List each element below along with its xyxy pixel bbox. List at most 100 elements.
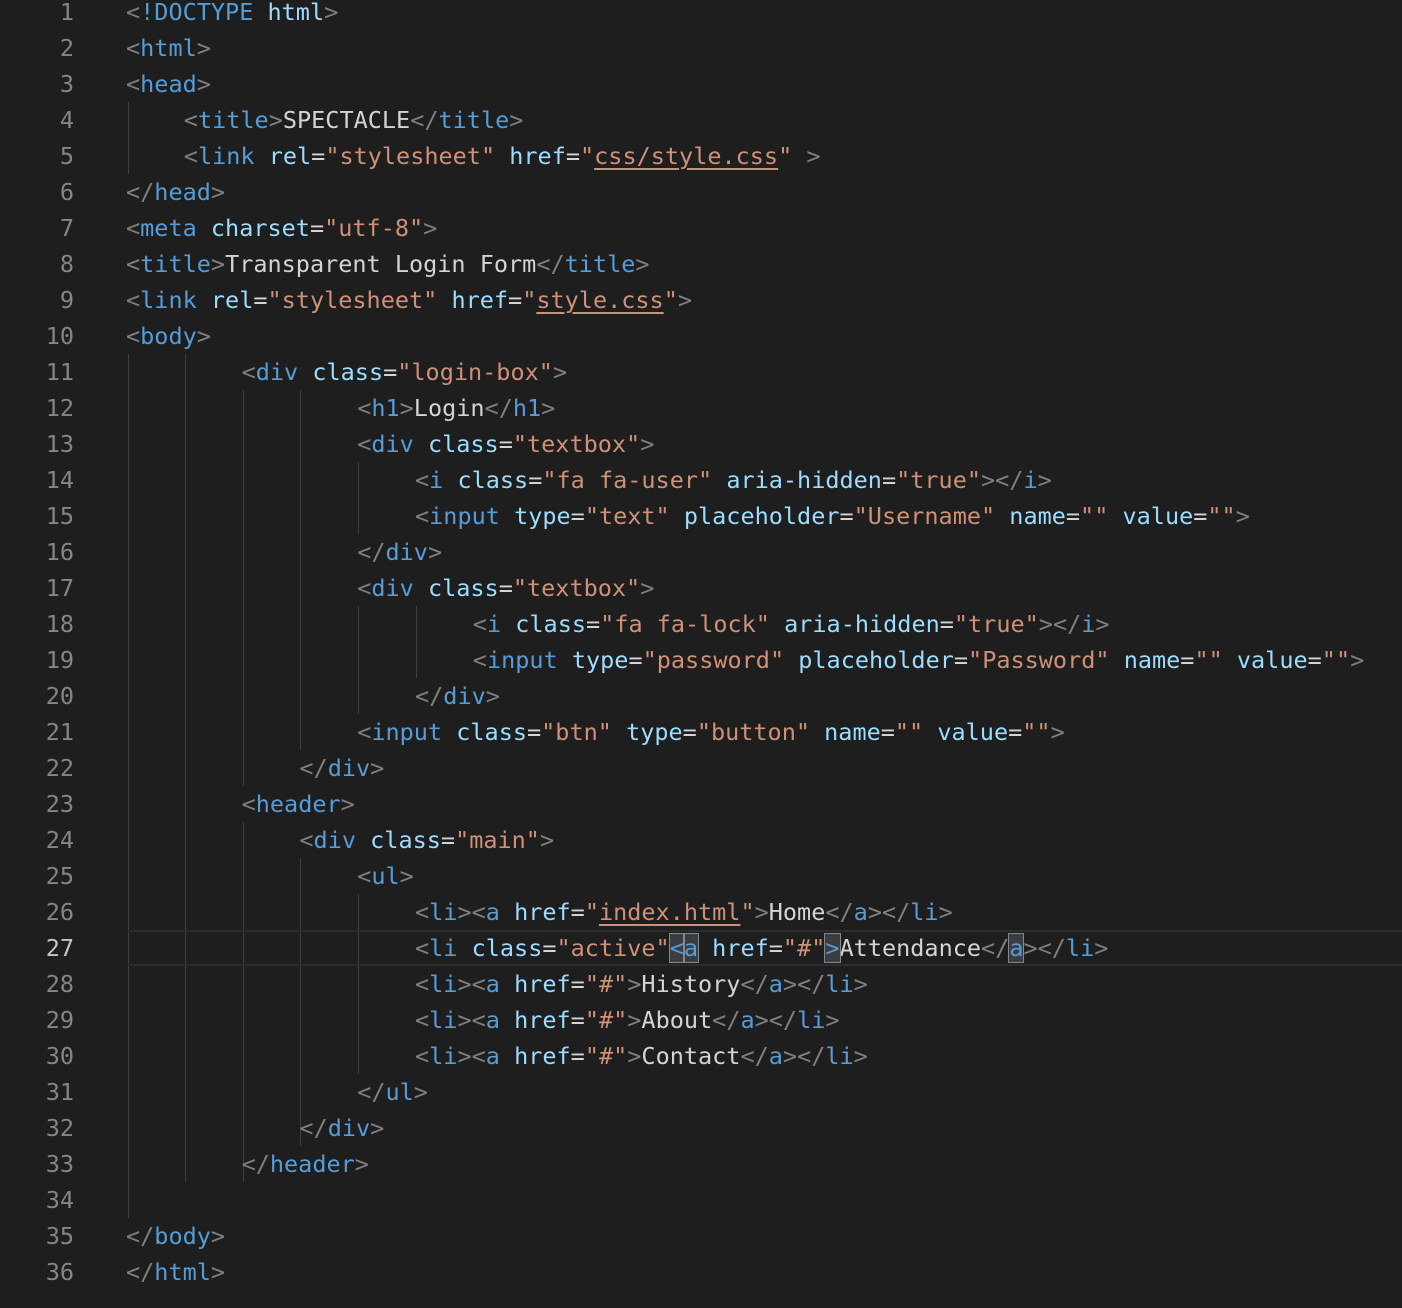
- code-line[interactable]: 30 <li><a href="#">Contact</a></li>: [0, 1038, 1402, 1074]
- code-token-str: "": [1022, 718, 1051, 746]
- code-line[interactable]: 34: [0, 1182, 1402, 1218]
- code-token-attr: href: [509, 142, 566, 170]
- code-line[interactable]: 26 <li><a href="index.html">Home</a></li>: [0, 894, 1402, 930]
- code-editor[interactable]: 1 <!DOCTYPE html> 2 <html> 3 <head> 4 <title>SP…: [0, 0, 1402, 1308]
- code-token-punc: </: [415, 682, 444, 710]
- line-number: 24: [45, 826, 74, 854]
- code-line[interactable]: 17 <div class="textbox">: [0, 570, 1402, 606]
- code-line[interactable]: 21 <input class="btn" type="button" name=…: [0, 714, 1402, 750]
- code-line[interactable]: 14 <i class="fa fa-user" aria-hidden="tru…: [0, 462, 1402, 498]
- code-token-str: "": [1207, 502, 1236, 530]
- code-token-attr: aria-hidden: [726, 466, 882, 494]
- code-line[interactable]: 9 <link rel="stylesheet" href="style.css"…: [0, 282, 1402, 318]
- code-token-attr: type: [514, 502, 571, 530]
- code-line[interactable]: 4 <title>SPECTACLE</title>: [0, 102, 1402, 138]
- code-text: </div>: [299, 750, 384, 786]
- code-token-attr: class: [312, 358, 384, 386]
- code-token-str: "Password": [968, 646, 1110, 674]
- code-line[interactable]: 28 <li><a href="#">History</a></li>: [0, 966, 1402, 1002]
- code-token-tag: input: [429, 502, 500, 530]
- code-token-attr: name: [1009, 502, 1066, 530]
- code-line[interactable]: 27 <li class="active"<a href="#">Attendan…: [0, 930, 1402, 966]
- code-line[interactable]: 18 <i class="fa fa-lock" aria-hidden="tru…: [0, 606, 1402, 642]
- code-token-punc: >: [485, 682, 500, 710]
- code-token-punc: ></: [1038, 610, 1082, 638]
- code-token-text: =: [383, 358, 398, 386]
- code-text: </header>: [242, 1146, 369, 1182]
- code-text: <div class="textbox">: [357, 570, 654, 606]
- code-token-punc: >: [853, 970, 868, 998]
- code-line[interactable]: 24 <div class="main">: [0, 822, 1402, 858]
- code-token-punc: <: [415, 502, 430, 530]
- code-line[interactable]: 35 </body>: [0, 1218, 1402, 1254]
- code-line[interactable]: 36 </html>: [0, 1254, 1402, 1290]
- code-line[interactable]: 29 <li><a href="#">About</a></li>: [0, 1002, 1402, 1038]
- code-token-tag: title: [140, 250, 211, 278]
- code-token-tag: ul: [385, 1078, 414, 1106]
- code-token-punc: <: [415, 466, 430, 494]
- code-token-text: Contact: [641, 1042, 741, 1070]
- code-token-punc: </: [126, 178, 155, 206]
- code-token-text: =: [565, 142, 580, 170]
- code-token-tag: div: [443, 682, 486, 710]
- code-token-tag: li: [429, 970, 458, 998]
- code-token-punc: <: [126, 0, 141, 26]
- code-line[interactable]: 11 <div class="login-box">: [0, 354, 1402, 390]
- code-text: <li><a href="#">History</a></li>: [415, 966, 868, 1002]
- code-token-punc: <: [415, 1006, 430, 1034]
- code-token-str: "password": [642, 646, 785, 674]
- code-token-punc: ></: [1023, 934, 1066, 962]
- code-token-punc: <: [357, 718, 372, 746]
- code-line[interactable]: 16 </div>: [0, 534, 1402, 570]
- code-line[interactable]: 6 </head>: [0, 174, 1402, 210]
- code-token-punc: <: [357, 862, 372, 890]
- code-token-str: ": [778, 142, 793, 170]
- code-text: <link rel="stylesheet" href="style.css">: [126, 282, 692, 318]
- code-token-punc: <: [183, 106, 198, 134]
- code-line[interactable]: 31 </ul>: [0, 1074, 1402, 1110]
- code-line[interactable]: 8 <title>Transparent Login Form</title>: [0, 246, 1402, 282]
- code-token-attr: aria-hidden: [784, 610, 940, 638]
- code-line[interactable]: 2 <html>: [0, 30, 1402, 66]
- code-token-tag: li: [910, 898, 939, 926]
- code-token-attr: class: [427, 430, 499, 458]
- code-text: <i class="fa fa-user" aria-hidden="true"…: [415, 462, 1052, 498]
- code-text: <div class="main">: [299, 822, 554, 858]
- code-token-str: ": [584, 898, 599, 926]
- code-line[interactable]: 33 </header>: [0, 1146, 1402, 1182]
- code-line[interactable]: 10 <body>: [0, 318, 1402, 354]
- code-line[interactable]: 3 <head>: [0, 66, 1402, 102]
- code-token-punc: >: [1094, 934, 1109, 962]
- code-line[interactable]: 19 <input type="password" placeholder="Pa…: [0, 642, 1402, 678]
- code-token-match: <: [668, 933, 685, 963]
- code-line[interactable]: 7 <meta charset="utf-8">: [0, 210, 1402, 246]
- code-line[interactable]: 15 <input type="text" placeholder="Userna…: [0, 498, 1402, 534]
- code-line[interactable]: 20 </div>: [0, 678, 1402, 714]
- line-number: 11: [45, 358, 74, 386]
- code-token-punc: </: [126, 1222, 155, 1250]
- code-token-punc: >: [370, 754, 385, 782]
- code-token-punc: <: [415, 1042, 430, 1070]
- code-line[interactable]: 23 <header>: [0, 786, 1402, 822]
- code-token-punc: >: [210, 1222, 226, 1250]
- code-line[interactable]: 32 </div>: [0, 1110, 1402, 1146]
- code-token-punc: >: [354, 1150, 369, 1178]
- code-line[interactable]: 5 <link rel="stylesheet" href="css/style.…: [0, 138, 1402, 174]
- code-token-attr: href: [712, 934, 769, 962]
- code-line[interactable]: 13 <div class="textbox">: [0, 426, 1402, 462]
- code-line[interactable]: 22 </div>: [0, 750, 1402, 786]
- code-line[interactable]: 25 <ul>: [0, 858, 1402, 894]
- code-line[interactable]: 1 <!DOCTYPE html>: [0, 0, 1402, 30]
- code-token-str: ": [740, 898, 755, 926]
- code-line[interactable]: 12 <h1>Login</h1>: [0, 390, 1402, 426]
- code-token-text: Home: [768, 898, 826, 926]
- code-token-punc: <: [415, 898, 430, 926]
- code-token-punc: >: [825, 1006, 840, 1034]
- code-token-attr: href: [514, 1042, 571, 1070]
